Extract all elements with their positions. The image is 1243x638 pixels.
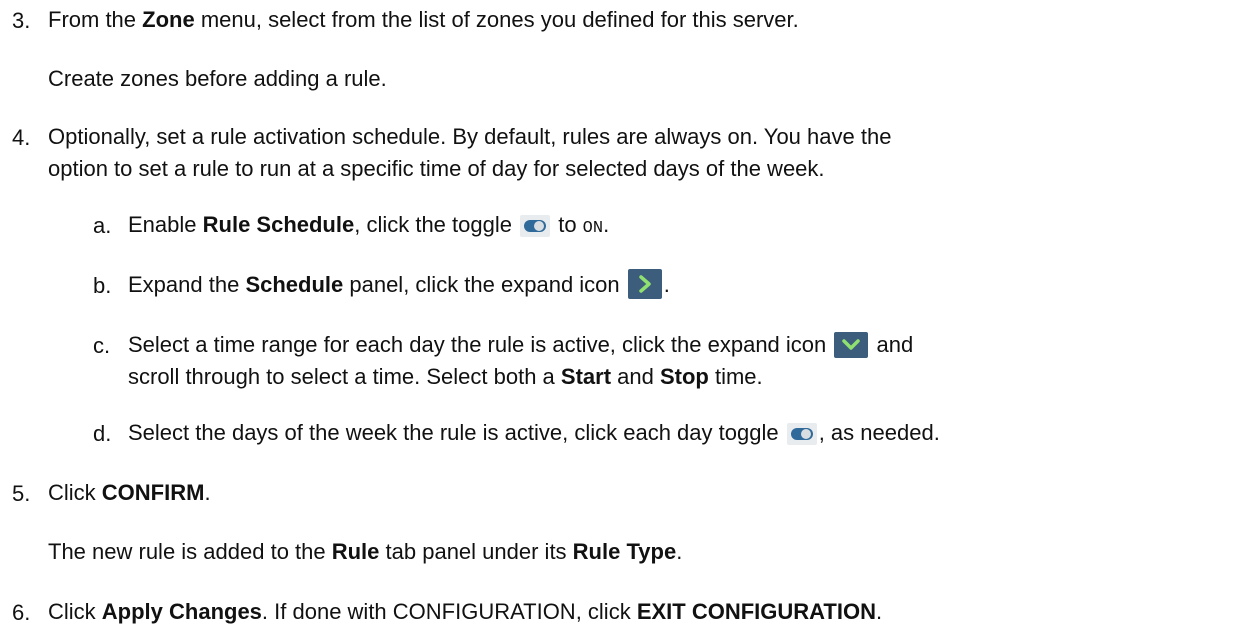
substep-b-text: Expand the Schedule panel, click the exp… (128, 269, 670, 300)
rule-term: Rule (331, 539, 380, 564)
start-term: Start (560, 364, 612, 389)
step-5-pre: Click (48, 480, 102, 505)
step-number-6: 6. (12, 600, 31, 625)
step-6-mid: . If done with CONFIGURATION, click (261, 599, 637, 624)
on-value: ON (582, 219, 604, 238)
substep-c-and: and (611, 364, 660, 389)
substep-a-after-icon: to (552, 212, 583, 237)
substep-c-line-1-pre: Select a time range for each day the rul… (128, 332, 833, 357)
apply-changes-term: Apply Changes (101, 599, 262, 624)
substep-letter-b: b. (93, 273, 112, 298)
rule-schedule-term: Rule Schedule (202, 212, 355, 237)
step-number-3: 3. (12, 8, 31, 33)
substep-a-end: . (603, 212, 610, 237)
substep-b-pre: Expand the (128, 272, 246, 297)
step-5-text: Click CONFIRM. (48, 477, 211, 508)
step-3-text: From the Zone menu, select from the list… (48, 4, 799, 35)
substep-b-end: . (663, 272, 670, 297)
rule-type-term: Rule Type (572, 539, 677, 564)
substep-c-line-2: scroll through to select a time. Select … (128, 361, 763, 392)
substep-a-text: Enable Rule Schedule, click the toggle t… (128, 209, 609, 244)
substep-c-line-1-end: and (870, 332, 914, 357)
step-6-pre: Click (48, 599, 102, 624)
substep-c-line-2-pre: scroll through to select a time. Select … (128, 364, 561, 389)
chevron-down-icon (834, 332, 869, 358)
step-3-post: menu, select from the list of zones you … (194, 7, 799, 32)
substep-d-end: , as needed. (818, 420, 940, 445)
step-5-note-end: . (676, 539, 683, 564)
exit-configuration-term: EXIT CONFIGURATION (636, 599, 876, 624)
toggle-icon (520, 215, 551, 237)
step-4-line-1: Optionally, set a rule activation schedu… (48, 124, 892, 149)
step-number-5: 5. (12, 481, 31, 506)
step-3-note: Create zones before adding a rule. (48, 66, 387, 91)
step-5-note-mid: tab panel under its (379, 539, 573, 564)
substep-a-pre: Enable (128, 212, 203, 237)
substep-c-line-2-end: time. (708, 364, 763, 389)
substep-a-mid: , click the toggle (354, 212, 519, 237)
substep-letter-c: c. (93, 333, 111, 358)
day-toggle-icon (786, 423, 817, 445)
zone-term: Zone (142, 7, 195, 32)
substep-d-pre: Select the days of the week the rule is … (128, 420, 785, 445)
step-6-text: Click Apply Changes. If done with CONFIG… (48, 596, 882, 627)
stop-term: Stop (659, 364, 709, 389)
step-number-4: 4. (12, 125, 31, 150)
step-5-note-pre: The new rule is added to the (48, 539, 332, 564)
substep-letter-a: a. (93, 213, 112, 238)
step-5-note: The new rule is added to the Rule tab pa… (48, 536, 682, 567)
step-6-end: . (875, 599, 883, 624)
schedule-term: Schedule (245, 272, 344, 297)
confirm-term: CONFIRM (101, 480, 205, 505)
chevron-right-icon (627, 269, 662, 299)
substep-d-text: Select the days of the week the rule is … (128, 417, 940, 448)
step-3-pre: From the (48, 7, 143, 32)
step-5-post: . (204, 480, 211, 505)
substep-letter-d: d. (93, 421, 112, 446)
substep-c-line-1: Select a time range for each day the rul… (128, 329, 913, 360)
substep-b-mid: panel, click the expand icon (343, 272, 626, 297)
step-4-line-2: option to set a rule to run at a specifi… (48, 156, 825, 181)
